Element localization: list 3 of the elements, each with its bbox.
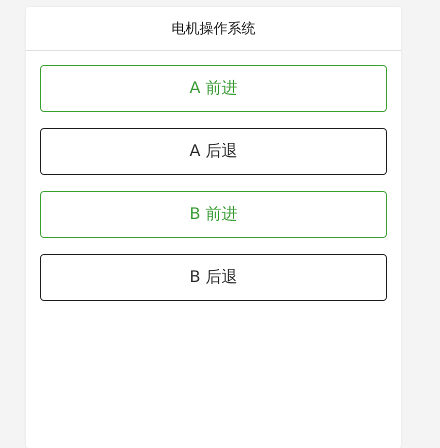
motor-button[interactable]: B 后退 [40,254,387,301]
motor-button[interactable]: A 后退 [40,128,387,175]
header-title: 电机操作系统 [172,20,256,38]
